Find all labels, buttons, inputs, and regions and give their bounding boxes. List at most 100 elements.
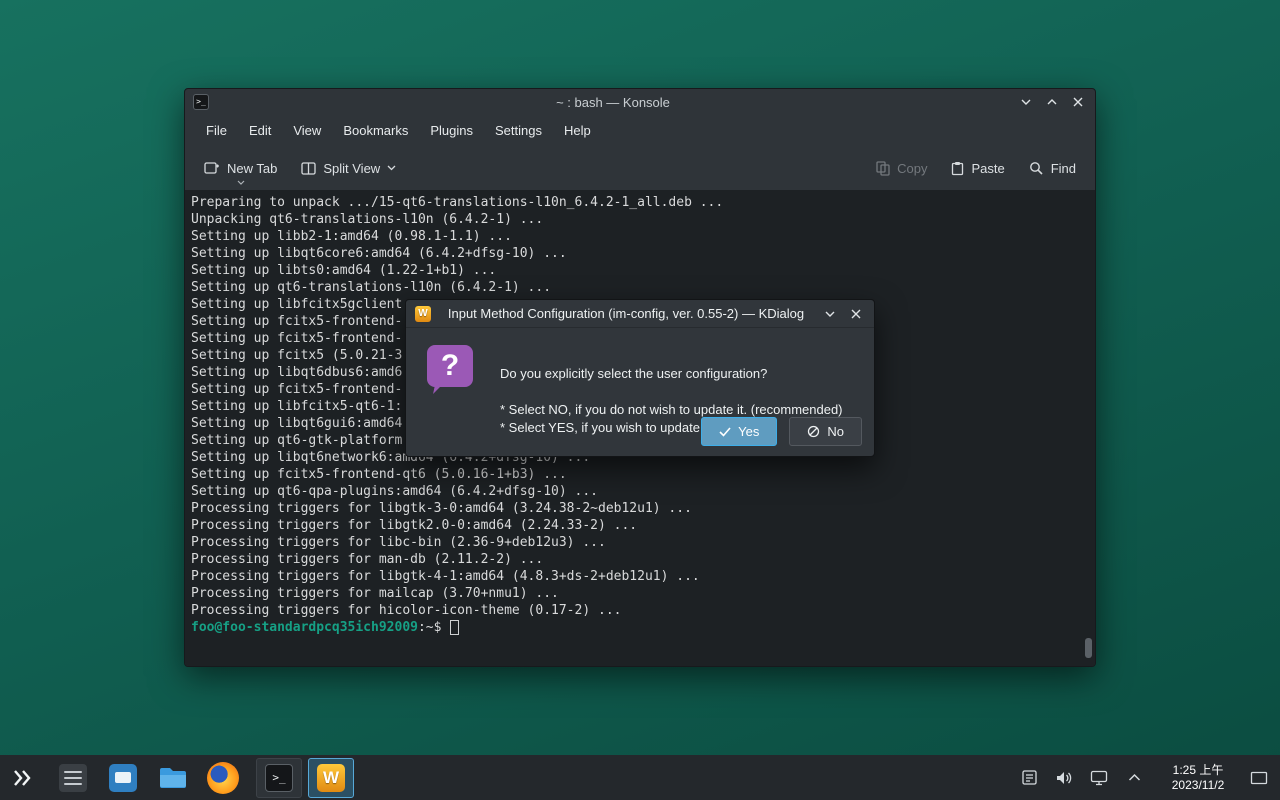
checkmark-icon xyxy=(719,427,731,437)
find-label: Find xyxy=(1051,161,1076,176)
launcher-input-method[interactable] xyxy=(106,759,140,797)
terminal-line: Processing triggers for mailcap (3.70+nm… xyxy=(191,585,1095,602)
show-desktop-icon xyxy=(1250,770,1268,786)
tray-display[interactable] xyxy=(1089,768,1109,788)
chevron-down-icon xyxy=(387,165,396,171)
close-button[interactable] xyxy=(1069,93,1087,111)
dialog-question-text: Do you explicitly select the user config… xyxy=(500,366,767,381)
chevron-down-icon xyxy=(1020,96,1032,108)
app-launcher-button[interactable] xyxy=(6,759,40,797)
kdialog-menu-button[interactable] xyxy=(821,305,839,323)
close-icon xyxy=(1072,96,1084,108)
chevron-up-icon xyxy=(1128,773,1141,782)
search-icon xyxy=(1029,161,1044,176)
paste-icon xyxy=(951,161,964,176)
menu-view[interactable]: View xyxy=(282,118,332,143)
window-title: ~ : bash — Konsole xyxy=(217,95,1009,110)
taskbar: >_ W 1:25 上午 2023/11/2 xyxy=(0,755,1280,800)
terminal-line: Setting up libqt6core6:amd64 (6.4.2+dfsg… xyxy=(191,245,1095,262)
no-button-label: No xyxy=(827,424,844,439)
terminal-line: Processing triggers for libgtk2.0-0:amd6… xyxy=(191,517,1095,534)
tray-volume[interactable] xyxy=(1054,768,1074,788)
paste-button[interactable]: Paste xyxy=(942,154,1013,183)
terminal-cursor xyxy=(450,620,459,635)
display-icon xyxy=(1090,770,1108,786)
settings-sliders-icon xyxy=(59,764,87,792)
new-tab-label: New Tab xyxy=(227,161,277,176)
kdialog-titlebar[interactable]: W Input Method Configuration (im-config,… xyxy=(406,300,874,328)
terminal-scrollbar[interactable] xyxy=(1085,638,1092,658)
copy-label: Copy xyxy=(897,161,927,176)
menu-plugins[interactable]: Plugins xyxy=(419,118,484,143)
yes-button[interactable]: Yes xyxy=(701,417,777,446)
clock-time: 1:25 上午 xyxy=(1160,763,1236,778)
terminal-line: Setting up qt6-translations-l10n (6.4.2-… xyxy=(191,279,1095,296)
split-view-label: Split View xyxy=(323,161,380,176)
terminal-line: Setting up libts0:amd64 (1.22-1+b1) ... xyxy=(191,262,1095,279)
menu-bookmarks[interactable]: Bookmarks xyxy=(332,118,419,143)
question-icon-tail xyxy=(433,385,442,394)
tray-expand[interactable] xyxy=(1124,768,1144,788)
kdialog-close-button[interactable] xyxy=(847,305,865,323)
menubar: File Edit View Bookmarks Plugins Setting… xyxy=(185,115,1095,146)
terminal-line: Processing triggers for libgtk-3-0:amd64… xyxy=(191,500,1095,517)
chevron-down-icon xyxy=(824,308,836,320)
konsole-app-icon: >_ xyxy=(193,94,209,110)
titlebar[interactable]: >_ ~ : bash — Konsole xyxy=(185,89,1095,115)
chevron-up-icon xyxy=(1046,96,1058,108)
volume-icon xyxy=(1055,770,1073,786)
tray-notifications[interactable] xyxy=(1019,768,1039,788)
dialog-hint-no: * Select NO, if you do not wish to updat… xyxy=(500,402,843,417)
kdialog-body: ? Do you explicitly select the user conf… xyxy=(406,328,874,457)
clock[interactable]: 1:25 上午 2023/11/2 xyxy=(1160,763,1236,793)
launcher-tweaks[interactable] xyxy=(56,759,90,797)
maximize-button[interactable] xyxy=(1043,93,1061,111)
launcher-firefox[interactable] xyxy=(206,759,240,797)
toolbar: New Tab Split View Copy Paste xyxy=(185,146,1095,190)
im-config-app-icon: W xyxy=(317,764,345,792)
input-method-icon xyxy=(109,764,137,792)
minimize-button[interactable] xyxy=(1017,93,1035,111)
find-button[interactable]: Find xyxy=(1020,154,1085,183)
im-config-app-icon: W xyxy=(415,306,431,322)
dialog-buttons: Yes No xyxy=(701,417,862,446)
yes-button-label: Yes xyxy=(738,424,759,439)
dialog-hint-yes: * Select YES, if you wish to update it. xyxy=(500,420,714,435)
prompt-suffix: :~$ xyxy=(418,620,441,635)
paste-label: Paste xyxy=(971,161,1004,176)
question-icon: ? xyxy=(427,345,473,387)
prompt-user-host: foo@foo-standardpcq35ich92009 xyxy=(191,620,418,635)
terminal-line: Preparing to unpack .../15-qt6-translati… xyxy=(191,194,1095,211)
new-tab-button[interactable]: New Tab xyxy=(195,154,286,183)
split-view-button[interactable]: Split View xyxy=(292,154,405,183)
firefox-icon xyxy=(207,762,239,794)
taskbar-entry-kdialog[interactable]: W xyxy=(308,758,354,798)
close-icon xyxy=(850,308,862,320)
folder-icon xyxy=(158,766,188,790)
chevron-down-icon xyxy=(237,180,245,185)
deny-icon xyxy=(807,425,820,438)
show-desktop-button[interactable] xyxy=(1248,767,1270,789)
menu-help[interactable]: Help xyxy=(553,118,602,143)
taskbar-entry-konsole[interactable]: >_ xyxy=(256,758,302,798)
menu-settings[interactable]: Settings xyxy=(484,118,553,143)
terminal-line: Processing triggers for libgtk-4-1:amd64… xyxy=(191,568,1095,585)
no-button[interactable]: No xyxy=(789,417,862,446)
kdialog-title: Input Method Configuration (im-config, v… xyxy=(439,306,813,321)
split-view-icon xyxy=(301,162,316,175)
system-tray xyxy=(1019,768,1144,788)
launcher-file-manager[interactable] xyxy=(156,759,190,797)
terminal-line: Setting up qt6-qpa-plugins:amd64 (6.4.2+… xyxy=(191,483,1095,500)
terminal-line: Processing triggers for libc-bin (2.36-9… xyxy=(191,534,1095,551)
copy-button[interactable]: Copy xyxy=(867,154,936,183)
terminal-line: Setting up fcitx5-frontend-qt6 (5.0.16-1… xyxy=(191,466,1095,483)
menu-edit[interactable]: Edit xyxy=(238,118,282,143)
clock-date: 2023/11/2 xyxy=(1160,778,1236,793)
menu-file[interactable]: File xyxy=(195,118,238,143)
terminal-line: Processing triggers for man-db (2.11.2-2… xyxy=(191,551,1095,568)
terminal-prompt-line: foo@foo-standardpcq35ich92009:~$ xyxy=(191,619,1095,636)
new-tab-icon xyxy=(204,161,220,175)
terminal-line: Setting up libb2-1:amd64 (0.98.1-1.1) ..… xyxy=(191,228,1095,245)
launcher-icon xyxy=(12,768,34,788)
kdialog-window: W Input Method Configuration (im-config,… xyxy=(405,299,875,457)
